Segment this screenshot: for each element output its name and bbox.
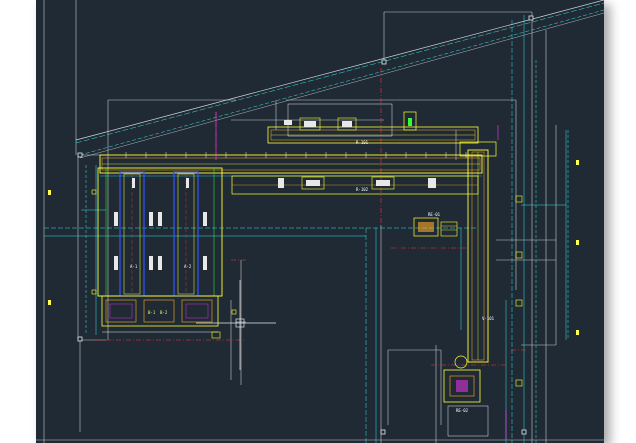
right-markers [91, 189, 523, 387]
top-conveyor-label: R-101 [356, 140, 369, 145]
left-bay-base[interactable]: B-1 B-2 [101, 295, 221, 339]
top-conveyor[interactable]: R-101 [267, 103, 479, 145]
equipment-tag: RE-01 [428, 212, 441, 217]
left-conveyor-bay[interactable]: A-1 A-2 [97, 167, 223, 297]
left-text-markers [48, 160, 579, 335]
cad-drawing-window[interactable]: R-101 R-102 A-1 A-2 B-1 B-2 V-101 RE-01 … [36, 0, 604, 443]
right-vertical-conveyor[interactable]: V-101 [459, 141, 497, 363]
left-bay-symbols [114, 178, 207, 270]
equipment-frames [299, 117, 395, 190]
bottom-machine-tag: RE-02 [456, 408, 469, 413]
lane-2-label: A-2 [184, 264, 192, 269]
node-markers [77, 15, 534, 435]
junction-equipment[interactable]: RE-01 [413, 212, 458, 237]
base-right-label: B-2 [160, 310, 168, 315]
main-conveyor-label: R-102 [356, 187, 369, 192]
sheet-frame [36, 0, 604, 443]
diagonal-boundary-lines [75, 0, 604, 159]
vertical-conveyor-label: V-101 [482, 316, 495, 321]
cad-drawing-canvas[interactable]: R-101 R-102 A-1 A-2 B-1 B-2 V-101 RE-01 … [36, 0, 604, 443]
crosshair-cursor-icon [196, 280, 276, 370]
base-left-label: B-1 [148, 310, 156, 315]
lane-1-label: A-1 [130, 264, 138, 269]
main-conveyor[interactable]: R-102 [99, 154, 483, 195]
bottom-machine[interactable]: RE-02 [443, 355, 489, 437]
